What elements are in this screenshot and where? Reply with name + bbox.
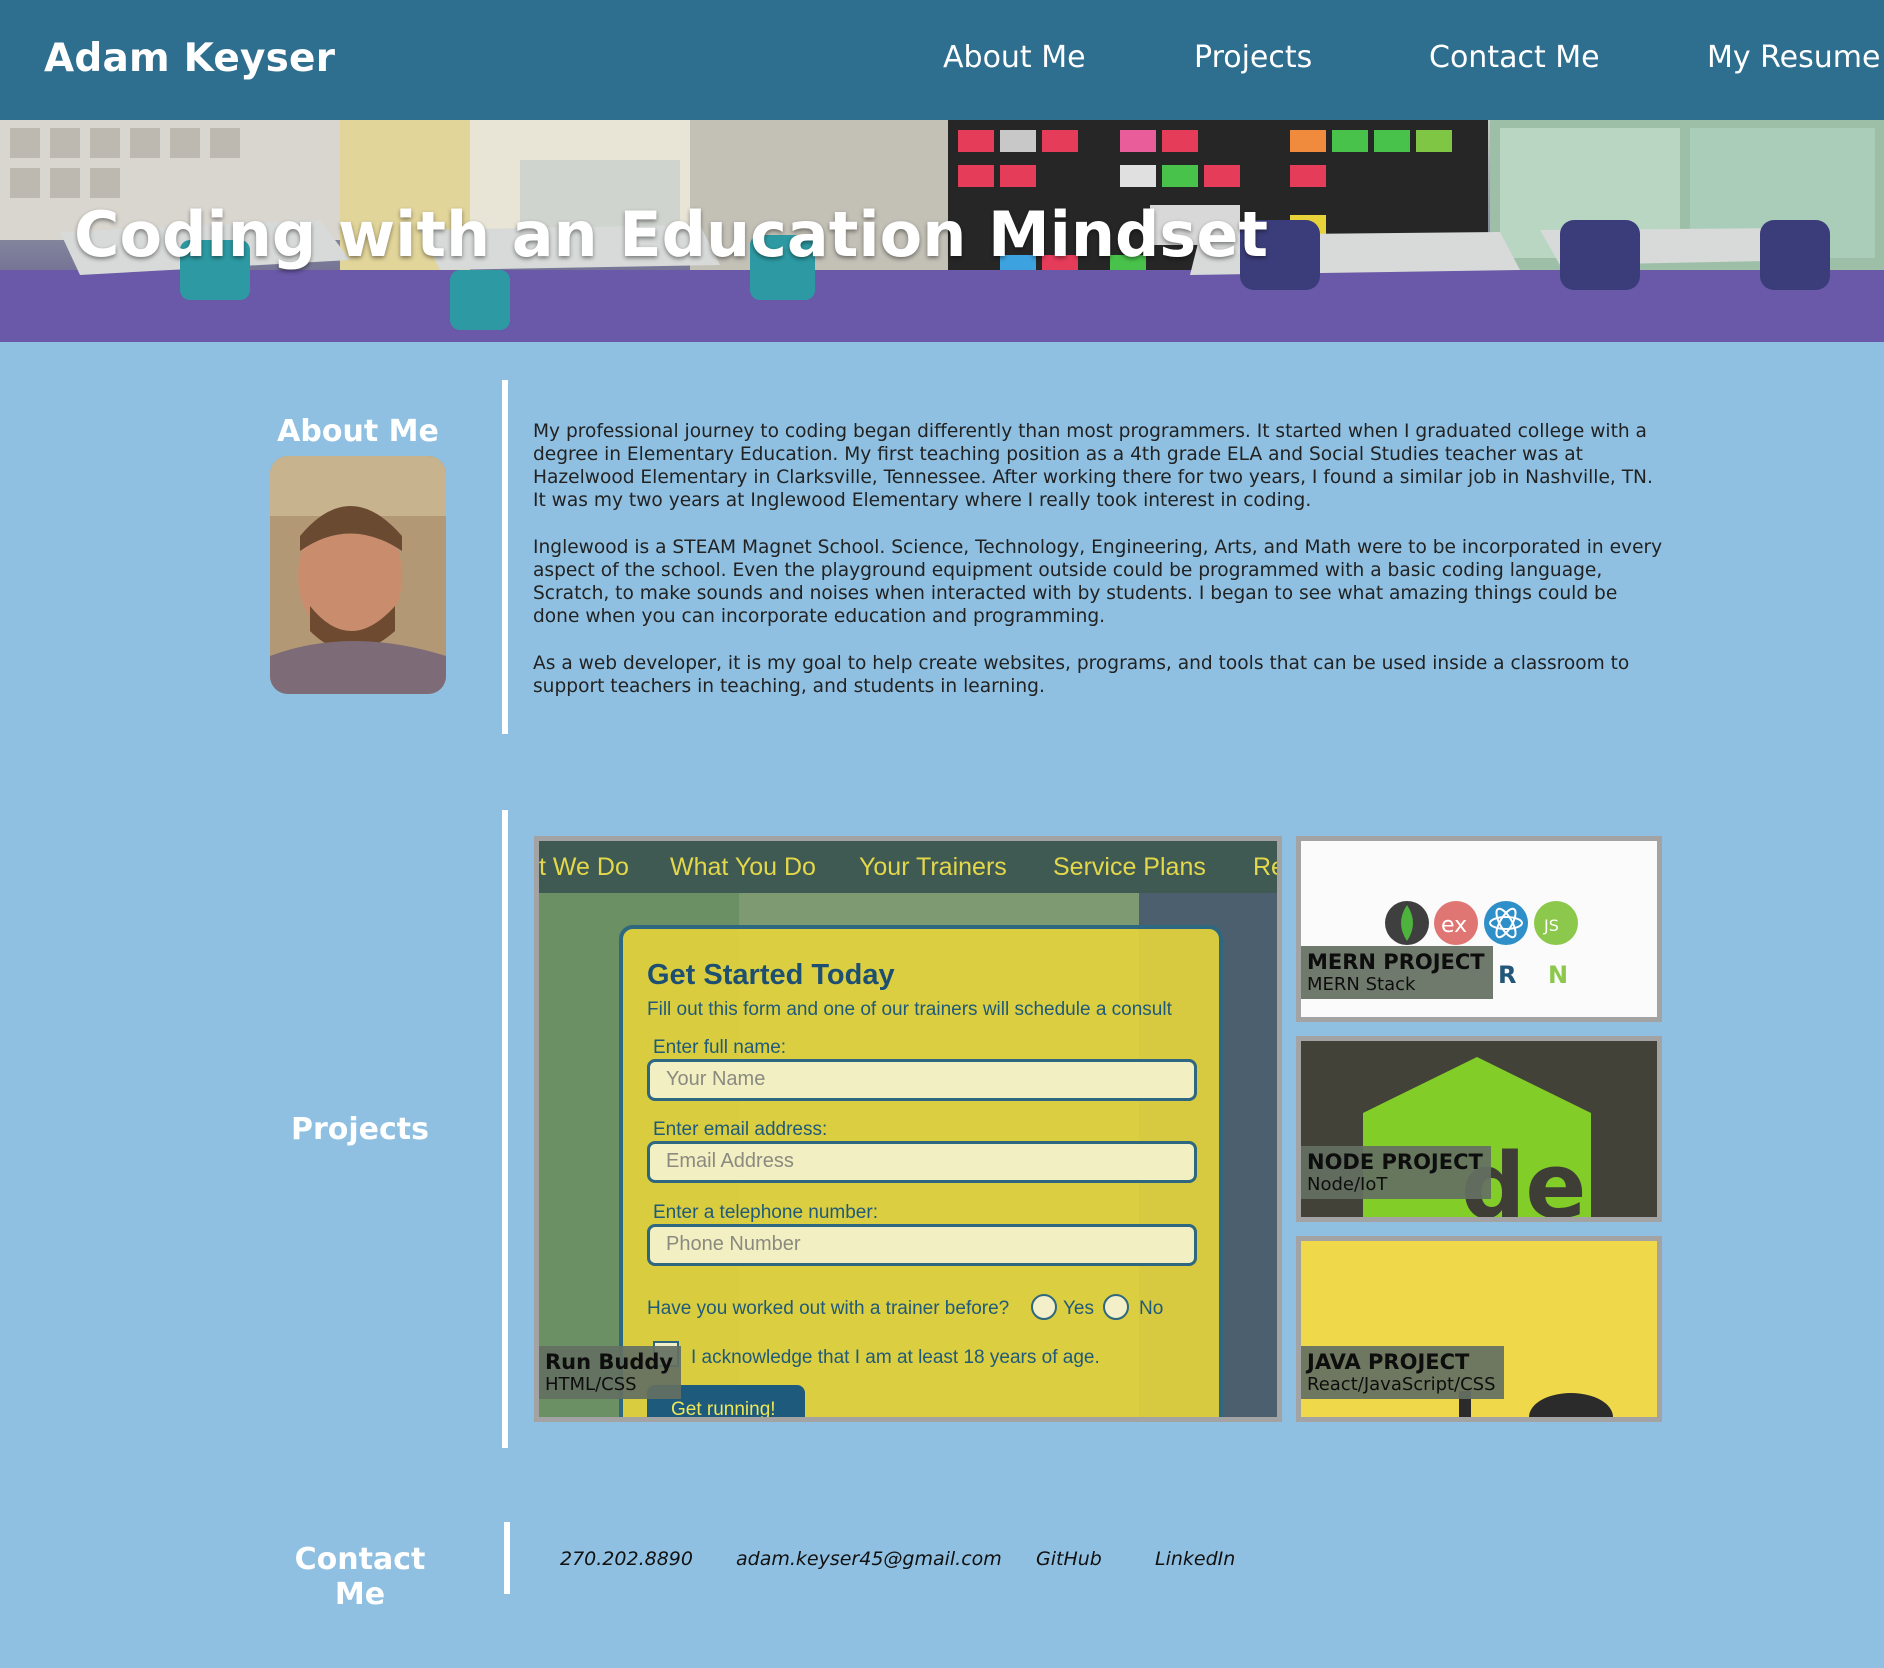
nav-about-me[interactable]: About Me	[943, 40, 1086, 75]
project-caption: NODE PROJECT Node/IoT	[1301, 1146, 1491, 1199]
contact-linkedin-link[interactable]: LinkedIn	[1155, 1548, 1235, 1570]
contact-github-link[interactable]: GitHub	[1036, 1548, 1102, 1570]
contact-email-link[interactable]: adam.keyser45@gmail.com	[736, 1548, 1002, 1570]
about-heading: About Me	[277, 414, 439, 449]
svg-text:JS: JS	[1543, 916, 1559, 935]
rb-nav-item: Service Plans	[1053, 853, 1206, 881]
rb-yes-radio	[1031, 1294, 1057, 1320]
project-title: JAVA PROJECT	[1307, 1350, 1470, 1374]
about-paragraph: As a web developer, it is my goal to hel…	[533, 653, 1630, 697]
project-title: NODE PROJECT	[1307, 1150, 1483, 1174]
rb-form-subtitle: Fill out this form and one of our traine…	[647, 999, 1172, 1020]
rb-phone-label: Enter a telephone number:	[653, 1202, 878, 1223]
projects-divider	[502, 810, 508, 1448]
rb-email-label: Enter email address:	[653, 1119, 828, 1140]
nav-my-resume[interactable]: My Resume	[1707, 40, 1880, 75]
about-paragraph: My professional journey to coding began …	[533, 421, 1653, 511]
project-card-node[interactable]: de NODE PROJECT Node/IoT	[1296, 1036, 1662, 1222]
project-title: MERN PROJECT	[1307, 950, 1485, 974]
project-caption: MERN PROJECT MERN Stack	[1301, 946, 1493, 999]
person-portrait-icon	[270, 456, 446, 694]
project-card-java[interactable]: JAVA PROJECT React/JavaScript/CSS	[1296, 1236, 1662, 1422]
project-subtitle: HTML/CSS	[545, 1374, 637, 1395]
rb-no-radio	[1103, 1294, 1129, 1320]
site-brand[interactable]: Adam Keyser	[44, 36, 335, 81]
hero-banner: Coding with an Education Mindset	[0, 120, 1884, 342]
hero-title: Coding with an Education Mindset	[74, 198, 1269, 271]
project-subtitle: MERN Stack	[1307, 974, 1416, 995]
projects-heading: Projects	[290, 1112, 429, 1147]
project-title: Run Buddy	[545, 1350, 674, 1374]
rb-nav-item: t We Do	[539, 853, 629, 881]
mern-logo-letter: N	[1548, 961, 1569, 989]
about-paragraph: Inglewood is a STEAM Magnet School. Scie…	[533, 537, 1663, 627]
rb-trainer-question: Have you worked out with a trainer befor…	[647, 1298, 1010, 1319]
rb-yes-label: Yes	[1063, 1298, 1094, 1319]
mern-logo-letter: R	[1498, 961, 1517, 989]
rb-nav-item: What You Do	[670, 853, 816, 881]
project-card-run-buddy[interactable]: t We Do What You Do Your Trainers Servic…	[534, 836, 1282, 1422]
rb-email-input: Email Address	[647, 1141, 1197, 1183]
about-divider	[502, 380, 508, 734]
about-text: My professional journey to coding began …	[533, 420, 1668, 722]
project-caption: Run Buddy HTML/CSS	[539, 1346, 682, 1399]
project-caption: JAVA PROJECT React/JavaScript/CSS	[1301, 1346, 1504, 1399]
project-subtitle: Node/IoT	[1307, 1174, 1388, 1195]
contact-heading: Contact Me	[294, 1542, 426, 1612]
profile-photo	[270, 456, 446, 694]
rb-form-title: Get Started Today	[647, 959, 895, 991]
rb-nav-item: Your Trainers	[859, 853, 1007, 881]
rb-name-label: Enter full name:	[653, 1037, 787, 1058]
rb-name-input: Your Name	[647, 1059, 1197, 1101]
project-subtitle: React/JavaScript/CSS	[1307, 1374, 1496, 1395]
rb-nav-item: Re	[1253, 853, 1282, 881]
rb-phone-input: Phone Number	[647, 1224, 1197, 1266]
contact-divider	[504, 1522, 510, 1594]
svg-text:ex: ex	[1441, 913, 1467, 938]
site-header: Adam Keyser About Me Projects Contact Me…	[0, 0, 1884, 120]
contact-phone-link[interactable]: 270.202.8890	[560, 1548, 693, 1570]
rb-no-label: No	[1139, 1298, 1164, 1319]
nav-contact-me[interactable]: Contact Me	[1429, 40, 1600, 75]
project-card-mern[interactable]: ex JS R N MERN PROJECT MERN Stack	[1296, 836, 1662, 1022]
nav-projects[interactable]: Projects	[1194, 40, 1312, 75]
run-buddy-form: Get Started Today Fill out this form and…	[619, 925, 1223, 1417]
rb-ack-text: I acknowledge that I am at least 18 year…	[691, 1347, 1100, 1368]
